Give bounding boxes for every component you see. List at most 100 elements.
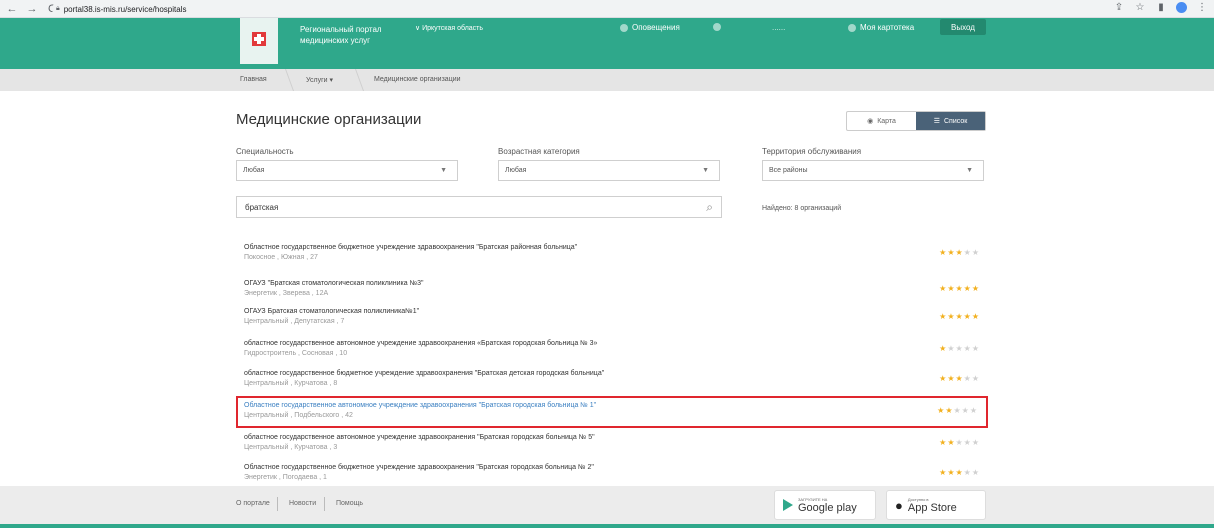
map-view-button[interactable]: ◉ Карта [847, 112, 916, 130]
organization-address: Энергетик , Зверева , 12А [244, 290, 329, 297]
google-play-icon [783, 499, 793, 511]
share-icon[interactable]: ⇪ [1113, 2, 1125, 13]
star-filled-icon: ★ [955, 248, 964, 257]
organization-address: Центральный , Депутатская , 7 [244, 318, 345, 325]
footer-about-link[interactable]: О портале [236, 500, 270, 507]
organization-item[interactable]: областное государственное автономное учр… [236, 430, 988, 458]
age-category-label: Возрастная категория [498, 147, 580, 156]
user-icon[interactable] [713, 23, 721, 31]
organization-name: Областное государственное бюджетное учре… [244, 464, 594, 471]
organization-item-selected[interactable]: Областное государственное автономное учр… [236, 396, 988, 428]
organization-address: Центральный , Курчатова , 8 [244, 380, 338, 387]
bookmark-star-icon[interactable]: ☆ [1134, 2, 1146, 13]
breadcrumb-home[interactable]: Главная [240, 76, 267, 83]
logout-button[interactable]: Выход [940, 19, 986, 35]
menu-dots-icon[interactable]: ⋮ [1196, 2, 1208, 13]
search-input[interactable]: братская ⌕ [236, 196, 722, 218]
rating-stars: ★★★★★ [939, 468, 980, 477]
bell-icon [620, 23, 628, 32]
star-filled-icon: ★ [955, 284, 964, 293]
bottom-accent-line [0, 524, 1214, 528]
star-filled-icon: ★ [955, 374, 964, 383]
list-view-button[interactable]: ☰ Список [916, 112, 985, 130]
user-name[interactable]: ...... [772, 23, 785, 32]
found-count: Найдено: 8 организаций [762, 205, 842, 212]
lock-icon: 🔒︎ [56, 5, 60, 12]
view-toggle: ◉ Карта ☰ Список [846, 111, 986, 131]
territory-select[interactable]: Все районы ▼ [762, 160, 984, 181]
google-play-label: Google play [798, 501, 857, 514]
rating-stars: ★★★★★ [939, 248, 980, 257]
portal-title[interactable]: Региональный портал медицинских услуг [300, 24, 410, 46]
organization-name: ОГАУЗ "Братская стоматологическая поликл… [244, 280, 424, 287]
organization-address: Центральный , Курчатова , 3 [244, 444, 338, 451]
organization-item[interactable]: ОГАУЗ "Братская стоматологическая поликл… [236, 276, 988, 304]
list-view-label: Список [943, 117, 968, 125]
footer-separator [277, 497, 278, 511]
breadcrumb: Главная Услуги ▾ Медицинские организации [0, 69, 1214, 91]
star-empty-icon: ★ [971, 468, 980, 477]
star-empty-icon: ★ [963, 468, 972, 477]
browser-toolbar: ← → C 🔒︎ portal38.is-mis.ru/service/hosp… [0, 0, 1214, 18]
apple-icon: ● [895, 497, 903, 513]
age-category-select[interactable]: Любая ▼ [498, 160, 720, 181]
organization-name: Областное государственное автономное учр… [244, 402, 597, 409]
rating-stars: ★★★★★ [939, 374, 980, 383]
back-arrow-icon[interactable]: ← [4, 1, 20, 17]
breadcrumb-separator [275, 69, 295, 91]
star-empty-icon: ★ [971, 438, 980, 447]
star-empty-icon: ★ [953, 406, 962, 415]
cards-icon [848, 23, 856, 32]
map-view-label: Карта [877, 117, 896, 125]
star-empty-icon: ★ [971, 344, 980, 353]
cabinet-label: Моя картотека [860, 23, 915, 32]
organization-name: областное государственное бюджетное учре… [244, 370, 605, 377]
globe-icon: ◉ [867, 118, 874, 125]
site-header [0, 18, 1214, 69]
notifications-label: Оповещения [632, 23, 680, 32]
star-empty-icon: ★ [955, 344, 964, 353]
footer-news-link[interactable]: Новости [289, 500, 316, 507]
url-text: portal38.is-mis.ru/service/hospitals [63, 4, 187, 14]
notifications-link[interactable]: Оповещения [620, 23, 680, 32]
chevron-down-icon: ▼ [966, 167, 973, 174]
profile-avatar-icon[interactable] [1176, 2, 1187, 13]
organization-item[interactable]: областное государственное автономное учр… [236, 336, 988, 364]
organization-address: Покосное , Южная , 27 [244, 254, 318, 261]
star-filled-icon: ★ [963, 284, 972, 293]
organization-name: областное государственное автономное учр… [244, 434, 595, 441]
organization-address: Центральный , Подбельского , 42 [244, 412, 353, 419]
app-store-button[interactable]: ● Доступно в App Store [886, 490, 986, 520]
sidebar-icon[interactable]: ▮ [1155, 2, 1167, 13]
organization-item[interactable]: Областное государственное бюджетное учре… [236, 460, 988, 488]
list-icon: ☰ [933, 118, 940, 125]
star-filled-icon: ★ [955, 468, 964, 477]
organization-item[interactable]: областное государственное бюджетное учре… [236, 366, 988, 394]
breadcrumb-current: Медицинские организации [374, 76, 461, 83]
territory-label: Территория обслуживания [762, 147, 862, 156]
organization-name: областное государственное автономное учр… [244, 340, 598, 347]
star-filled-icon: ★ [955, 312, 964, 321]
specialty-select[interactable]: Любая ▼ [236, 160, 458, 181]
star-empty-icon: ★ [961, 406, 970, 415]
star-empty-icon: ★ [963, 438, 972, 447]
search-value: братская [245, 202, 279, 212]
google-play-button[interactable]: ЗАГРУЗИТЕ НА Google play [774, 490, 876, 520]
star-filled-icon: ★ [971, 312, 980, 321]
organization-address: Гидростроитель , Сосновая , 10 [244, 350, 348, 357]
organization-item[interactable]: Областное государственное бюджетное учре… [236, 240, 988, 268]
region-selector[interactable]: ∨ Иркутская область [415, 24, 483, 32]
star-empty-icon: ★ [971, 248, 980, 257]
footer: О портале Новости Помощь ЗАГРУЗИТЕ НА Go… [0, 486, 1214, 528]
territory-value: Все районы [769, 167, 808, 174]
address-bar[interactable]: 🔒︎ portal38.is-mis.ru/service/hospitals [52, 2, 1162, 16]
forward-arrow-icon[interactable]: → [24, 1, 40, 17]
breadcrumb-services[interactable]: Услуги ▾ [306, 76, 333, 84]
organization-item[interactable]: ОГАУЗ Братская стоматологическая поликли… [236, 304, 988, 332]
footer-help-link[interactable]: Помощь [336, 500, 363, 507]
cabinet-link[interactable]: Моя картотека [848, 23, 914, 32]
search-icon[interactable]: ⌕ [706, 200, 713, 215]
red-cross-icon [252, 32, 266, 46]
star-empty-icon: ★ [955, 438, 964, 447]
organization-name: Областное государственное бюджетное учре… [244, 244, 578, 251]
